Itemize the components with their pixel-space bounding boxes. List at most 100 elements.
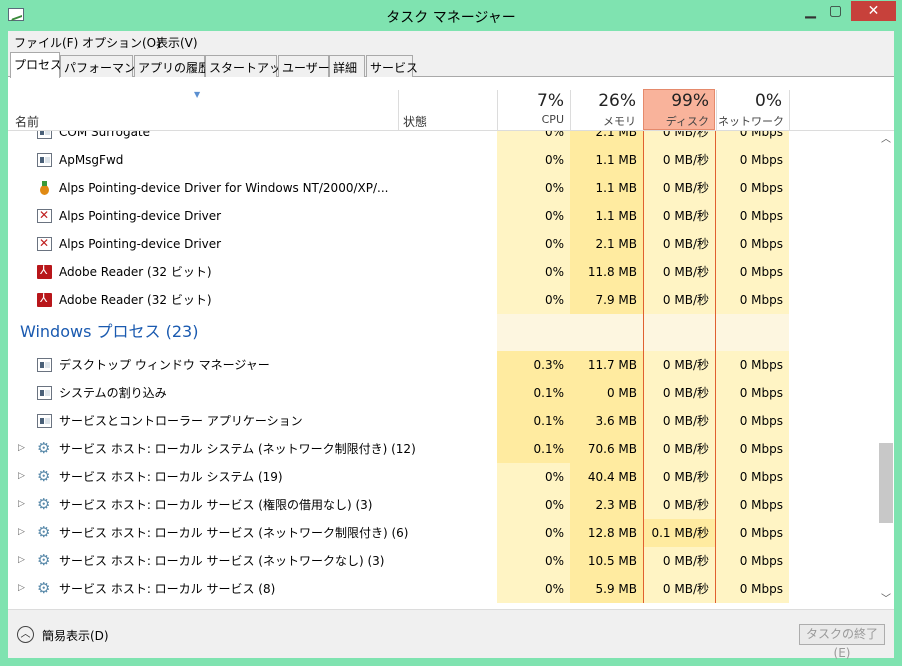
- cpu-cell: 0%: [497, 146, 570, 174]
- memory-cell: 70.6 MB: [570, 435, 643, 463]
- process-row[interactable]: サービスとコントローラー アプリケーション 0.1% 3.6 MB 0 MB/秒 0 M…: [8, 407, 878, 435]
- process-name: システムの割り込み: [59, 386, 167, 400]
- process-row[interactable]: Alps Pointing-device Driver 0%2.1 MB0 MB/…: [8, 230, 878, 258]
- process-list: COM Surrogate 0% 2.1 MB 0 MB/秒 0 Mbps ApMsgFw…: [8, 131, 878, 609]
- tab-app-history[interactable]: アプリの履歴: [134, 55, 210, 77]
- cpu-percent[interactable]: 7%: [497, 91, 564, 111]
- disk-cell: 0 MB/秒: [643, 435, 716, 463]
- process-row[interactable]: ▷ サービス ホスト: ローカル システム (ネットワーク制限付き) (12) 0.…: [8, 435, 878, 463]
- column-name[interactable]: 名前: [15, 113, 39, 130]
- chevron-up-icon[interactable]: ︿: [17, 626, 34, 643]
- column-disk[interactable]: ディスク: [643, 113, 709, 129]
- fewer-details-link[interactable]: 簡易表示(D): [42, 627, 109, 644]
- cpu-cell: 0%: [497, 463, 570, 491]
- expand-arrow-icon[interactable]: ▷: [18, 527, 25, 537]
- process-row[interactable]: ▷ サービス ホスト: ローカル サービス (ネットワーク制限付き) (6) 0%1…: [8, 519, 878, 547]
- process-row[interactable]: ▷ サービス ホスト: ローカル サービス (8) 0%5.9 MB0 MB/秒0 …: [8, 575, 878, 603]
- process-row[interactable]: ▷ サービス ホスト: ローカル システム (19) 0%40.4 MB0 MB/秒…: [8, 463, 878, 491]
- disk-cell: 0.1 MB/秒: [643, 519, 716, 547]
- expand-arrow-icon[interactable]: ▷: [18, 499, 25, 509]
- process-name: サービス ホスト: ローカル システム (19): [59, 470, 283, 484]
- memory-cell: 2.1 MB: [570, 131, 643, 146]
- cpu-cell: 0%: [497, 519, 570, 547]
- column-memory[interactable]: メモリ: [570, 113, 636, 129]
- cpu-cell: 0.3%: [497, 351, 570, 379]
- network-cell: 0 Mbps: [716, 146, 789, 174]
- menu-options[interactable]: オプション(O): [82, 34, 161, 51]
- tab-services[interactable]: サービス: [366, 55, 418, 77]
- cpu-cell: 0.1%: [497, 435, 570, 463]
- memory-percent[interactable]: 26%: [570, 91, 636, 111]
- memory-cell: 10.5 MB: [570, 547, 643, 575]
- vertical-scrollbar[interactable]: ︿ ﹀: [878, 131, 894, 609]
- network-cell: 0 Mbps: [716, 131, 789, 146]
- disk-cell: 0 MB/秒: [643, 258, 716, 286]
- process-name: サービス ホスト: ローカル システム (ネットワーク制限付き) (12): [59, 442, 416, 456]
- process-row[interactable]: デスクトップ ウィンドウ マネージャー 0.3% 11.7 MB 0 MB/秒 0 Mb…: [8, 351, 878, 379]
- maximize-button[interactable]: ▢: [822, 1, 849, 21]
- column-status[interactable]: 状態: [403, 113, 427, 130]
- memory-cell: 1.1 MB: [570, 202, 643, 230]
- process-row[interactable]: ▷ サービス ホスト: ローカル サービス (権限の借用なし) (3) 0%2.3 …: [8, 491, 878, 519]
- gear-icon: [37, 439, 52, 457]
- disk-cell: 0 MB/秒: [643, 547, 716, 575]
- column-divider: [789, 90, 790, 131]
- memory-cell: 3.6 MB: [570, 407, 643, 435]
- memory-cell: 2.3 MB: [570, 491, 643, 519]
- scroll-up-icon[interactable]: ︿: [878, 131, 894, 149]
- network-cell: 0 Mbps: [716, 575, 789, 603]
- tab-startup[interactable]: スタートアップ: [205, 55, 293, 77]
- gear-icon: [37, 551, 52, 569]
- scroll-down-icon[interactable]: ﹀: [878, 591, 894, 609]
- group-header-windows-processes[interactable]: Windows プロセス (23): [8, 314, 878, 351]
- menu-file[interactable]: ファイル(F): [14, 34, 78, 51]
- cpu-cell: 0%: [497, 174, 570, 202]
- process-row[interactable]: Adobe Reader (32 ビット) 0%7.9 MB0 MB/秒0 Mbp…: [8, 286, 878, 314]
- memory-cell: 7.9 MB: [570, 286, 643, 314]
- process-name: Adobe Reader (32 ビット): [59, 293, 212, 307]
- disk-percent[interactable]: 99%: [643, 91, 709, 111]
- expand-arrow-icon[interactable]: ▷: [18, 583, 25, 593]
- cpu-cell: 0%: [497, 575, 570, 603]
- title-bar[interactable]: タスク マネージャー ▁ ▢ ✕: [0, 0, 902, 31]
- process-row[interactable]: ApMsgFwd 0% 1.1 MB 0 MB/秒 0 Mbps: [8, 146, 878, 174]
- column-divider: [398, 90, 399, 131]
- network-cell: 0 Mbps: [716, 547, 789, 575]
- window-icon: [37, 153, 52, 167]
- disk-cell: 0 MB/秒: [643, 463, 716, 491]
- cpu-cell: 0%: [497, 547, 570, 575]
- close-button[interactable]: ✕: [851, 1, 896, 21]
- column-network[interactable]: ネットワーク: [716, 113, 784, 129]
- memory-cell: 2.1 MB: [570, 230, 643, 258]
- process-row[interactable]: COM Surrogate 0% 2.1 MB 0 MB/秒 0 Mbps: [8, 131, 878, 146]
- process-name: Alps Pointing-device Driver for Windows …: [59, 181, 389, 195]
- expand-arrow-icon[interactable]: ▷: [18, 555, 25, 565]
- network-percent[interactable]: 0%: [716, 91, 782, 111]
- minimize-button[interactable]: ▁: [797, 1, 824, 21]
- memory-cell: 0 MB: [570, 379, 643, 407]
- tab-details[interactable]: 詳細: [329, 55, 365, 77]
- scrollbar-thumb[interactable]: [879, 443, 893, 523]
- process-row[interactable]: ▷ サービス ホスト: ローカル サービス (ネットワークなし) (3) 0%10.…: [8, 547, 878, 575]
- alps-driver-icon: [37, 236, 52, 251]
- process-row[interactable]: Alps Pointing-device Driver for Windows …: [8, 174, 878, 202]
- network-cell: 0 Mbps: [716, 435, 789, 463]
- end-task-button[interactable]: タスクの終了(E): [799, 624, 885, 660]
- menu-view[interactable]: 表示(V): [156, 34, 198, 51]
- process-row[interactable]: Alps Pointing-device Driver 0%1.1 MB0 MB/…: [8, 202, 878, 230]
- column-cpu[interactable]: CPU: [497, 113, 564, 126]
- process-name: サービス ホスト: ローカル サービス (ネットワーク制限付き) (6): [59, 526, 409, 540]
- expand-arrow-icon[interactable]: ▷: [18, 443, 25, 453]
- gear-icon: [37, 495, 52, 513]
- tab-processes[interactable]: プロセス: [10, 52, 62, 78]
- process-name: サービス ホスト: ローカル サービス (ネットワークなし) (3): [59, 554, 385, 568]
- expand-arrow-icon[interactable]: ▷: [18, 471, 25, 481]
- process-row[interactable]: システムの割り込み 0.1% 0 MB 0 MB/秒 0 Mbps: [8, 379, 878, 407]
- process-row[interactable]: Adobe Reader (32 ビット) 0%11.8 MB0 MB/秒0 Mb…: [8, 258, 878, 286]
- disk-cell: 0 MB/秒: [643, 351, 716, 379]
- tab-users[interactable]: ユーザー: [278, 55, 330, 77]
- tab-performance[interactable]: パフォーマンス: [60, 55, 148, 77]
- window-icon: [37, 414, 52, 428]
- cpu-cell: 0.1%: [497, 407, 570, 435]
- network-cell: 0 Mbps: [716, 519, 789, 547]
